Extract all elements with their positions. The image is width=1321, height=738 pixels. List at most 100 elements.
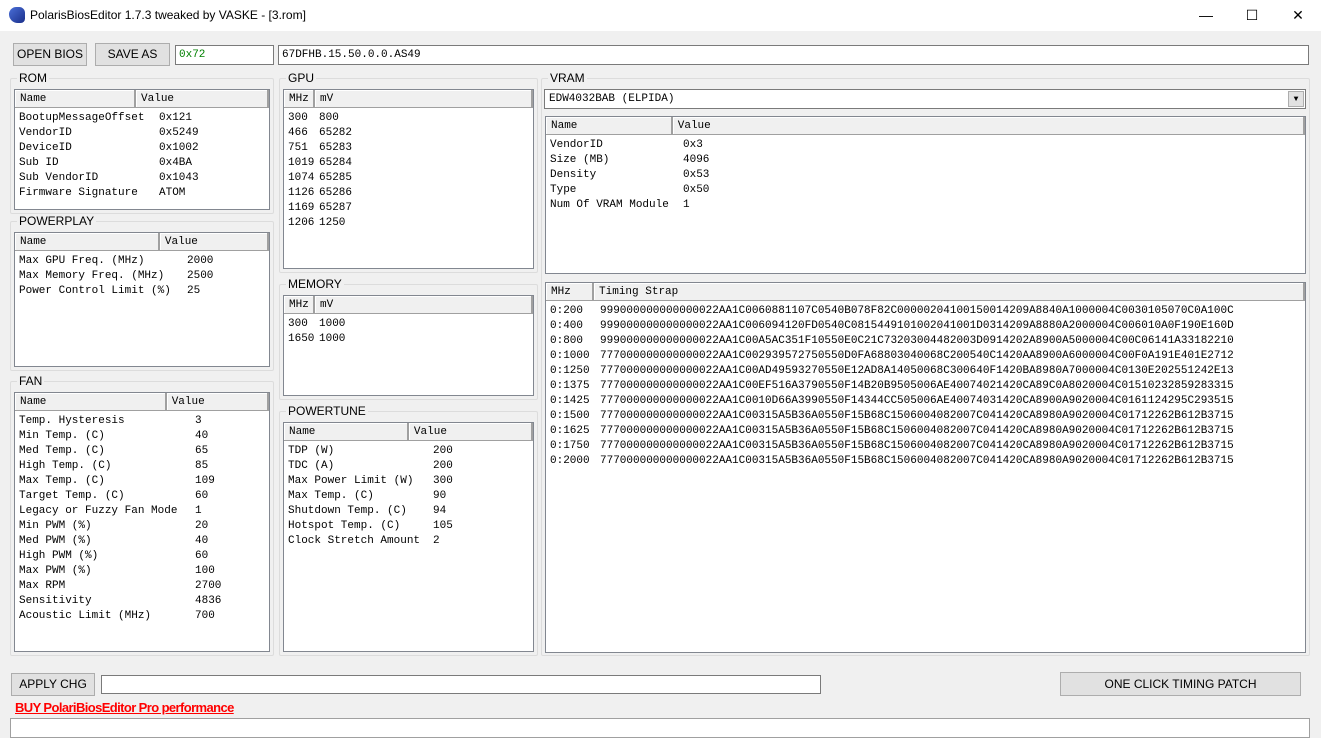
row-name: Max PWM (%): [15, 564, 191, 579]
list-row[interactable]: 0:200999000000000000022AA1C0060881107C05…: [546, 304, 1305, 319]
column-header[interactable]: Timing Strap: [594, 283, 1305, 300]
list-row[interactable]: Sensitivity4836: [15, 594, 269, 609]
list-row[interactable]: Power Control Limit (%)25: [15, 284, 269, 299]
list-row[interactable]: Num Of VRAM Module1: [546, 198, 1305, 213]
rom-list[interactable]: NameValue BootupMessageOffset0x121VendorI…: [14, 89, 270, 210]
list-row[interactable]: Clock Stretch Amount2: [284, 534, 533, 549]
powertune-group-title: POWERTUNE: [286, 404, 368, 418]
list-row[interactable]: Med PWM (%)40: [15, 534, 269, 549]
column-header[interactable]: Value: [167, 393, 269, 410]
list-row[interactable]: TDC (A)200: [284, 459, 533, 474]
timing-strap-list[interactable]: MHzTiming Strap 0:200999000000000000022AA…: [545, 282, 1306, 653]
list-row[interactable]: 101965284: [284, 156, 533, 171]
list-row[interactable]: Legacy or Fuzzy Fan Mode1: [15, 504, 269, 519]
list-row[interactable]: Hotspot Temp. (C)105: [284, 519, 533, 534]
list-row[interactable]: 12061250: [284, 216, 533, 231]
powerplay-list[interactable]: NameValue Max GPU Freq. (MHz)2000Max Memo…: [14, 232, 270, 367]
row-name: DeviceID: [15, 141, 155, 156]
column-header[interactable]: Name: [15, 393, 167, 410]
vram-module-select[interactable]: EDW4032BAB (ELPIDA)▼: [544, 89, 1306, 109]
list-row[interactable]: TDP (W)200: [284, 444, 533, 459]
list-row[interactable]: 0:800999000000000000022AA1C00A5AC351F105…: [546, 334, 1305, 349]
list-row[interactable]: 112665286: [284, 186, 533, 201]
list-row[interactable]: 16501000: [284, 332, 533, 347]
list-row[interactable]: Max GPU Freq. (MHz)2000: [15, 254, 269, 269]
list-row[interactable]: Med Temp. (C)65: [15, 444, 269, 459]
column-header[interactable]: Value: [673, 117, 1305, 134]
column-header[interactable]: Value: [160, 233, 269, 250]
bios-version-field[interactable]: 67DFHB.15.50.0.0.AS49: [278, 45, 1309, 65]
list-row[interactable]: Min PWM (%)20: [15, 519, 269, 534]
column-header[interactable]: Value: [409, 423, 533, 440]
list-row[interactable]: 0:1625777000000000000022AA1C00315A5B36A0…: [546, 424, 1305, 439]
list-row[interactable]: 116965287: [284, 201, 533, 216]
save-as-button[interactable]: SAVE AS: [95, 43, 170, 66]
list-row[interactable]: VendorID0x5249: [15, 126, 269, 141]
close-button[interactable]: ✕: [1275, 0, 1321, 31]
list-row[interactable]: 75165283: [284, 141, 533, 156]
apply-changes-button[interactable]: APPLY CHG: [11, 673, 95, 696]
open-bios-button[interactable]: OPEN BIOS: [13, 43, 87, 66]
column-header[interactable]: MHz: [284, 90, 315, 107]
list-row[interactable]: Firmware SignatureATOM: [15, 186, 269, 201]
list-row[interactable]: 3001000: [284, 317, 533, 332]
list-row[interactable]: Max Temp. (C)109: [15, 474, 269, 489]
list-row[interactable]: Max Power Limit (W)300: [284, 474, 533, 489]
column-header[interactable]: Name: [284, 423, 409, 440]
list-row[interactable]: Shutdown Temp. (C)94: [284, 504, 533, 519]
apply-input[interactable]: [101, 675, 821, 694]
checksum-field[interactable]: 0x72: [175, 45, 274, 65]
row-name: 0:800: [546, 334, 596, 349]
list-row[interactable]: 300800: [284, 111, 533, 126]
list-row[interactable]: High Temp. (C)85: [15, 459, 269, 474]
list-header: NameValue: [15, 90, 269, 108]
list-row[interactable]: Max RPM2700: [15, 579, 269, 594]
list-row[interactable]: Target Temp. (C)60: [15, 489, 269, 504]
column-header[interactable]: mV: [315, 296, 533, 313]
list-row[interactable]: 107465285: [284, 171, 533, 186]
list-row[interactable]: High PWM (%)60: [15, 549, 269, 564]
column-header[interactable]: Value: [136, 90, 269, 107]
list-row[interactable]: VendorID0x3: [546, 138, 1305, 153]
list-row[interactable]: Max Memory Freq. (MHz)2500: [15, 269, 269, 284]
minimize-button[interactable]: —: [1183, 0, 1229, 31]
list-row[interactable]: Size (MB)4096: [546, 153, 1305, 168]
list-row[interactable]: Max Temp. (C)90: [284, 489, 533, 504]
list-row[interactable]: BootupMessageOffset0x121: [15, 111, 269, 126]
list-row[interactable]: 0:2000777000000000000022AA1C00315A5B36A0…: [546, 454, 1305, 469]
column-header[interactable]: MHz: [546, 283, 594, 300]
list-row[interactable]: Sub VendorID0x1043: [15, 171, 269, 186]
chevron-down-icon[interactable]: ▼: [1288, 91, 1304, 107]
list-row[interactable]: Max PWM (%)100: [15, 564, 269, 579]
one-click-timing-patch-button[interactable]: ONE CLICK TIMING PATCH: [1060, 672, 1301, 696]
list-row[interactable]: 46665282: [284, 126, 533, 141]
maximize-button[interactable]: ☐: [1229, 0, 1275, 31]
list-row[interactable]: 0:1500777000000000000022AA1C00315A5B36A0…: [546, 409, 1305, 424]
column-header[interactable]: MHz: [284, 296, 315, 313]
row-value: 700: [191, 609, 215, 624]
list-row[interactable]: Acoustic Limit (MHz)700: [15, 609, 269, 624]
vram-info-list[interactable]: NameValue VendorID0x3Size (MB)4096Density…: [545, 116, 1306, 274]
list-row[interactable]: Density0x53: [546, 168, 1305, 183]
powertune-list[interactable]: NameValue TDP (W)200TDC (A)200Max Power L…: [283, 422, 534, 652]
column-header[interactable]: Name: [15, 90, 136, 107]
list-row[interactable]: 0:1250777000000000000022AA1C00AD49593270…: [546, 364, 1305, 379]
fan-list[interactable]: NameValue Temp. Hysteresis3Min Temp. (C)4…: [14, 392, 270, 652]
list-row[interactable]: 0:400999000000000000022AA1C006094120FD05…: [546, 319, 1305, 334]
list-row[interactable]: Temp. Hysteresis3: [15, 414, 269, 429]
column-header[interactable]: Name: [15, 233, 160, 250]
column-header[interactable]: Name: [546, 117, 673, 134]
list-row[interactable]: 0:1425777000000000000022AA1C0010D66A3990…: [546, 394, 1305, 409]
list-row[interactable]: DeviceID0x1002: [15, 141, 269, 156]
list-row[interactable]: Sub ID0x4BA: [15, 156, 269, 171]
list-row[interactable]: 0:1375777000000000000022AA1C00EF516A3790…: [546, 379, 1305, 394]
list-row[interactable]: 0:1000777000000000000022AA1C002939572750…: [546, 349, 1305, 364]
buy-pro-link[interactable]: BUY PolariBiosEditor Pro performance: [15, 700, 234, 715]
list-row[interactable]: 0:1750777000000000000022AA1C00315A5B36A0…: [546, 439, 1305, 454]
gpu-list[interactable]: MHzmV 30080046665282751652831019652841074…: [283, 89, 534, 269]
list-row[interactable]: Min Temp. (C)40: [15, 429, 269, 444]
column-header[interactable]: mV: [315, 90, 533, 107]
row-value: 4096: [679, 153, 709, 168]
memory-list[interactable]: MHzmV 300100016501000: [283, 295, 534, 396]
list-row[interactable]: Type0x50: [546, 183, 1305, 198]
